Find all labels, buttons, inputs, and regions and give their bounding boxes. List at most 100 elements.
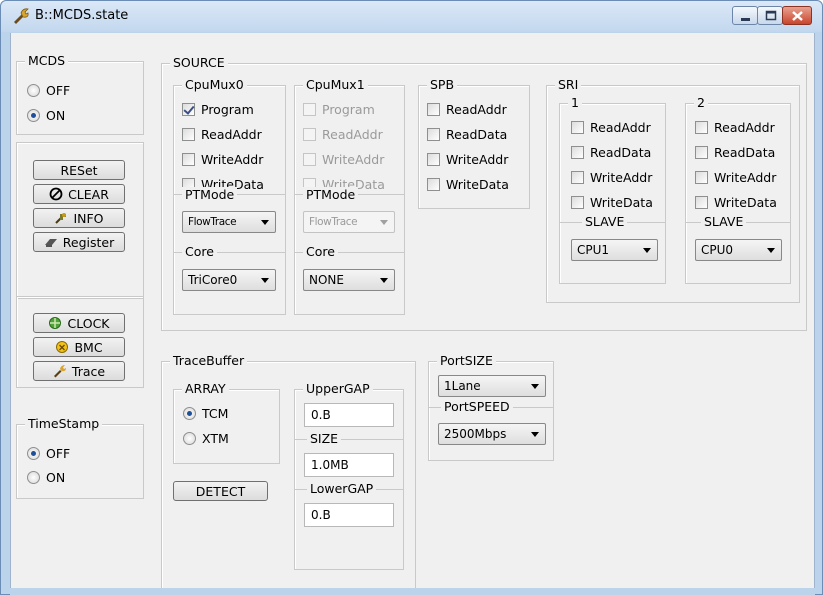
mcds-on-radio[interactable]: ON xyxy=(27,106,65,124)
cpumux0-writeaddr-checkbox[interactable]: WriteAddr xyxy=(182,150,263,168)
cpumux1-program-checkbox[interactable]: Program xyxy=(303,100,375,118)
sri1-writedata-checkbox[interactable]: WriteData xyxy=(571,193,653,211)
checkbox-icon xyxy=(427,127,440,141)
sri2-readdata-checkbox[interactable]: ReadData xyxy=(695,143,775,161)
spb-readdata-checkbox[interactable]: ReadData xyxy=(427,125,507,143)
cpumux1-core-select[interactable]: NONE xyxy=(303,269,395,291)
maximize-button[interactable] xyxy=(757,6,783,25)
sri-port2-group: 2 ReadAddr ReadData WriteAddr WriteData … xyxy=(685,95,791,284)
cpumux1-ptmode-select[interactable]: FlowTrace xyxy=(303,211,395,233)
checkbox-icon xyxy=(695,120,708,134)
checkbox-icon xyxy=(571,145,584,159)
sri1-writeaddr-checkbox[interactable]: WriteAddr xyxy=(571,168,652,186)
checkbox-icon xyxy=(182,127,195,141)
timestamp-on-radio[interactable]: ON xyxy=(27,468,65,486)
cpumux1-core-legend: Core xyxy=(303,244,338,260)
cpumux0-group: CpuMux0 Program ReadAddr WriteAddr Write… xyxy=(173,77,286,315)
mcds-legend: MCDS xyxy=(25,53,69,69)
cpumux1-writeaddr-checkbox[interactable]: WriteAddr xyxy=(303,150,384,168)
checkbox-icon xyxy=(303,102,316,116)
lowergap-legend: LowerGAP xyxy=(307,481,377,497)
sri1-slave-select[interactable]: CPU1 xyxy=(571,239,658,261)
cpumux0-core-select[interactable]: TriCore0 xyxy=(182,269,276,291)
port-group: PortSIZE 1Lane PortSPEED 2500Mbps xyxy=(428,353,554,461)
cpumux1-legend: CpuMux1 xyxy=(303,77,368,93)
radio-checked-icon xyxy=(183,406,196,420)
info-button[interactable]: INFO xyxy=(33,208,125,228)
wrench-icon xyxy=(14,8,29,24)
spb-writedata-checkbox[interactable]: WriteData xyxy=(427,175,509,193)
mcds-off-radio[interactable]: OFF xyxy=(27,81,70,99)
clear-icon xyxy=(49,187,63,201)
reset-button[interactable]: RESet xyxy=(33,160,125,180)
close-icon xyxy=(792,11,803,21)
sri1-readdata-checkbox[interactable]: ReadData xyxy=(571,143,651,161)
title-bar[interactable]: B::MCDS.state xyxy=(1,1,822,32)
cpumux0-program-checkbox[interactable]: Program xyxy=(182,100,254,118)
size-legend: SIZE xyxy=(307,431,342,447)
radio-icon xyxy=(183,431,196,445)
close-button[interactable] xyxy=(782,6,812,25)
window-bottom-border xyxy=(10,588,815,595)
wrench-icon xyxy=(53,365,66,378)
clear-button[interactable]: CLEAR xyxy=(33,184,125,204)
sri2-readaddr-checkbox[interactable]: ReadAddr xyxy=(695,118,775,136)
sri2-writeaddr-checkbox[interactable]: WriteAddr xyxy=(695,168,776,186)
spb-legend: SPB xyxy=(427,77,458,93)
array-legend: ARRAY xyxy=(182,381,229,397)
timestamp-legend: TimeStamp xyxy=(25,416,103,432)
cpumux0-ptmode-select[interactable]: FlowTrace xyxy=(182,211,276,233)
sri-port1-legend: 1 xyxy=(568,95,582,111)
sri-group: SRI 1 ReadAddr ReadData WriteAddr WriteD… xyxy=(546,77,800,303)
sri1-slave-legend: SLAVE xyxy=(582,214,628,230)
size-input[interactable]: 1.0MB xyxy=(304,453,394,477)
trace-button[interactable]: Trace xyxy=(33,361,125,381)
radio-checked-icon xyxy=(27,108,40,122)
sri-legend: SRI xyxy=(555,77,582,93)
array-xtm-radio[interactable]: XTM xyxy=(183,429,229,447)
cpumux1-readaddr-checkbox[interactable]: ReadAddr xyxy=(303,125,383,143)
spb-readaddr-checkbox[interactable]: ReadAddr xyxy=(427,100,507,118)
timestamp-off-radio[interactable]: OFF xyxy=(27,444,70,462)
lowergap-input[interactable]: 0.B xyxy=(304,503,394,527)
portsize-select[interactable]: 1Lane xyxy=(438,375,546,397)
tracebuffer-group: TraceBuffer ARRAY TCM XTM DETECT UpperGA… xyxy=(161,353,416,590)
uppergap-input[interactable]: 0.B xyxy=(304,403,394,427)
detect-button[interactable]: DETECT xyxy=(173,481,268,501)
array-tcm-radio[interactable]: TCM xyxy=(183,404,228,422)
cpumux1-ptmode-legend: PTMode xyxy=(303,187,359,203)
checkbox-icon xyxy=(427,152,440,166)
spb-writeaddr-checkbox[interactable]: WriteAddr xyxy=(427,150,508,168)
minimize-button[interactable] xyxy=(732,6,758,25)
bmc-button[interactable]: BMC xyxy=(33,337,125,357)
chevron-down-icon xyxy=(380,278,388,283)
chevron-down-icon xyxy=(643,248,651,253)
register-button[interactable]: Register xyxy=(33,232,125,252)
source-group: SOURCE CpuMux0 Program ReadAddr WriteAdd… xyxy=(161,55,807,331)
source-legend: SOURCE xyxy=(170,55,228,71)
sri2-writedata-checkbox[interactable]: WriteData xyxy=(695,193,777,211)
sri2-slave-select[interactable]: CPU0 xyxy=(695,239,782,261)
cpumux0-legend: CpuMux0 xyxy=(182,77,247,93)
window-title: B::MCDS.state xyxy=(35,8,129,23)
spb-group: SPB ReadAddr ReadData WriteAddr WriteDat… xyxy=(418,77,530,209)
sri2-slave-legend: SLAVE xyxy=(701,214,747,230)
maximize-icon xyxy=(765,10,777,21)
mcds-group: MCDS OFF ON xyxy=(16,53,144,135)
array-group: ARRAY TCM XTM xyxy=(173,381,280,464)
radio-icon xyxy=(27,470,40,484)
chevron-down-icon xyxy=(531,432,539,437)
register-icon xyxy=(44,239,57,247)
clock-button[interactable]: CLOCK xyxy=(33,313,125,333)
cpumux0-readaddr-checkbox[interactable]: ReadAddr xyxy=(182,125,262,143)
portspeed-select[interactable]: 2500Mbps xyxy=(438,423,546,445)
chevron-down-icon xyxy=(380,220,388,225)
checkbox-icon xyxy=(427,102,440,116)
radio-icon xyxy=(27,83,40,97)
minimize-icon xyxy=(741,18,750,21)
tracebuffer-legend: TraceBuffer xyxy=(170,353,248,369)
uppergap-legend: UpperGAP xyxy=(303,381,373,397)
info-icon xyxy=(55,213,67,224)
cpumux1-group: CpuMux1 Program ReadAddr WriteAddr Write… xyxy=(294,77,405,315)
sri1-readaddr-checkbox[interactable]: ReadAddr xyxy=(571,118,651,136)
